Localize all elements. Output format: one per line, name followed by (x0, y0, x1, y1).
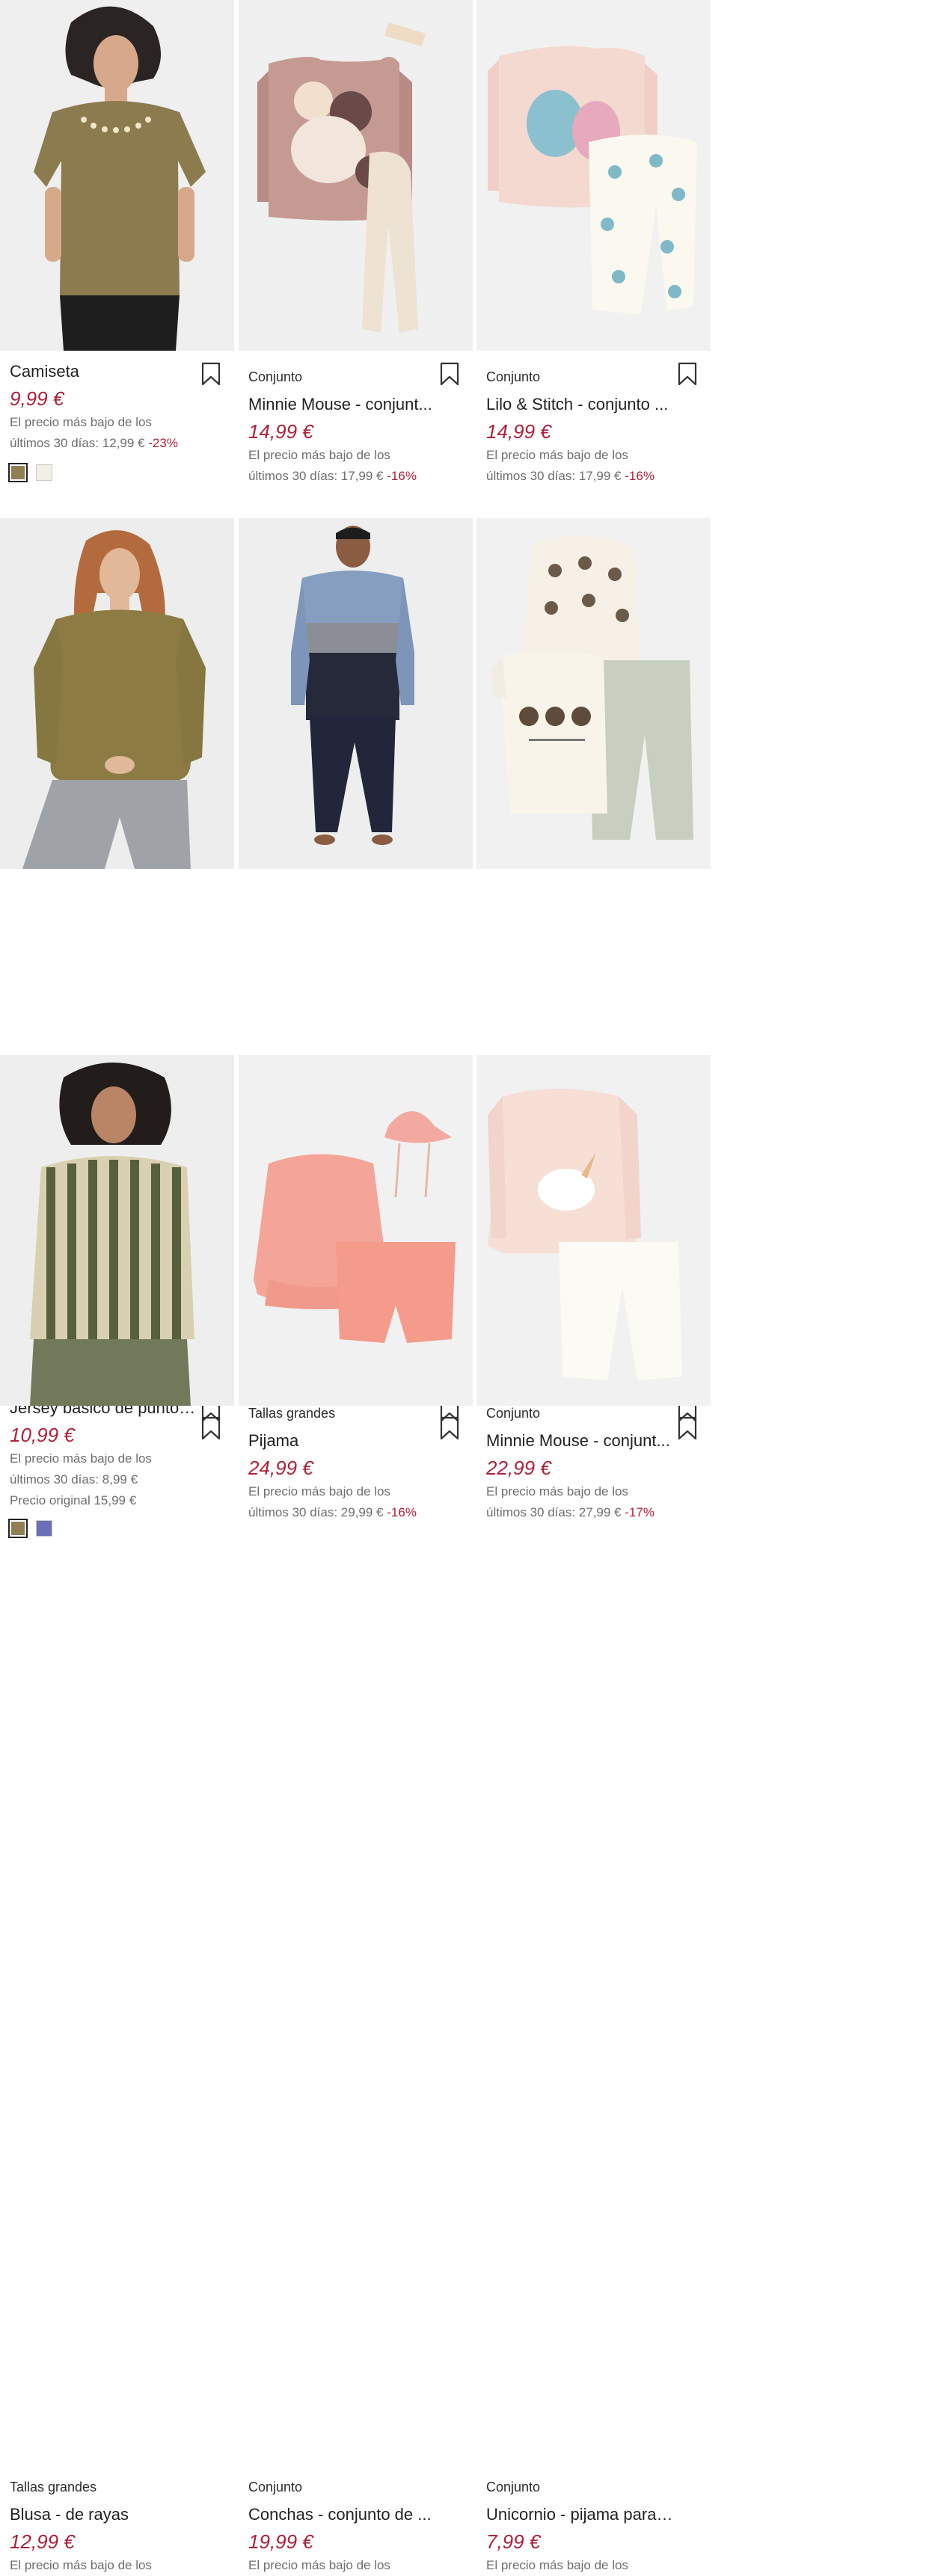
product-price: 9,99 € (10, 387, 64, 410)
discount-badge: -16% (387, 469, 417, 483)
product-image[interactable] (239, 1055, 473, 1406)
product-price: 12,99 € (10, 2530, 75, 2553)
product-title[interactable]: Blusa - de rayas (10, 2504, 197, 2525)
product-title[interactable]: Minnie Mouse - conjunt... (248, 394, 435, 415)
color-swatch-blue[interactable] (36, 1520, 52, 1537)
product-title[interactable]: Minnie Mouse - conjunt... (486, 1430, 673, 1451)
product-title[interactable]: Lilo & Stitch - conjunto ... (486, 394, 673, 415)
lowest-price-value: últimos 30 días: 12,99 € (10, 436, 145, 450)
product-image[interactable] (0, 0, 234, 351)
product-image[interactable] (239, 518, 473, 869)
product-category: Conjunto (486, 2480, 541, 2494)
product-title[interactable]: Conchas - conjunto de ... (248, 2504, 435, 2525)
product-image[interactable] (476, 518, 711, 869)
product-image[interactable] (239, 0, 473, 351)
lowest-price-label: El precio más bajo de los (486, 2558, 628, 2572)
product-title[interactable]: Pijama (248, 1430, 435, 1451)
lowest-price-label: El precio más bajo de los (248, 1484, 390, 1498)
product-category: Conjunto (486, 369, 541, 384)
product-image[interactable] (0, 518, 234, 869)
product-category: Tallas grandes (10, 2480, 97, 2494)
discount-badge: -16% (387, 1505, 417, 1519)
product-price: 14,99 € (248, 420, 313, 443)
product-category: Conjunto (248, 2480, 303, 2494)
bookmark-icon[interactable] (440, 1416, 459, 1440)
product-price: 14,99 € (486, 420, 551, 443)
bookmark-icon[interactable] (201, 362, 221, 386)
color-swatches (8, 463, 227, 482)
product-price: 7,99 € (486, 2530, 541, 2553)
lowest-price-label: El precio más bajo de los (248, 448, 390, 462)
lowest-price-label: El precio más bajo de los (10, 1451, 152, 1466)
color-swatch-olive[interactable] (8, 1519, 28, 1538)
product-image[interactable] (476, 0, 711, 351)
discount-badge: -17% (625, 1505, 654, 1519)
lowest-price-value: últimos 30 días: 29,99 € (248, 1505, 384, 1519)
lowest-price-value: últimos 30 días: 17,99 € (248, 469, 384, 483)
lowest-price-value: últimos 30 días: 17,99 € (486, 469, 622, 483)
product-title[interactable]: Unicornio - pijama para ... (486, 2504, 673, 2525)
product-price: 22,99 € (486, 1457, 551, 1479)
lowest-price-value: últimos 30 días: 27,99 € (486, 1505, 622, 1519)
product-price: 24,99 € (248, 1457, 313, 1479)
lowest-price-label: El precio más bajo de los (486, 448, 628, 462)
lowest-price-label: El precio más bajo de los (486, 1484, 628, 1498)
original-price: Precio original 15,99 € (10, 1493, 137, 1507)
bookmark-icon[interactable] (201, 1416, 221, 1440)
product-image[interactable] (0, 1055, 234, 1406)
product-price: 10,99 € (10, 1424, 75, 1446)
product-title[interactable]: Camiseta (10, 361, 197, 382)
lowest-price-label: El precio más bajo de los (10, 2558, 152, 2572)
lowest-price-label: El precio más bajo de los (248, 2558, 390, 2572)
bookmark-icon[interactable] (678, 1416, 697, 1440)
bookmark-icon[interactable] (440, 362, 459, 386)
product-image[interactable] (476, 1055, 711, 1406)
color-swatch-cream[interactable] (36, 464, 52, 481)
lowest-price-label: El precio más bajo de los (10, 415, 152, 429)
discount-badge: -16% (625, 469, 654, 483)
product-category: Conjunto (248, 369, 303, 384)
product-category: Conjunto (486, 1406, 541, 1421)
lowest-price-value: últimos 30 días: 8,99 € (10, 1472, 138, 1487)
product-category: Tallas grandes (248, 1406, 336, 1421)
bookmark-icon[interactable] (678, 362, 697, 386)
color-swatches (8, 1519, 227, 1538)
product-price: 19,99 € (248, 2530, 313, 2553)
discount-badge: -23% (148, 436, 178, 450)
color-swatch-olive[interactable] (8, 463, 28, 482)
